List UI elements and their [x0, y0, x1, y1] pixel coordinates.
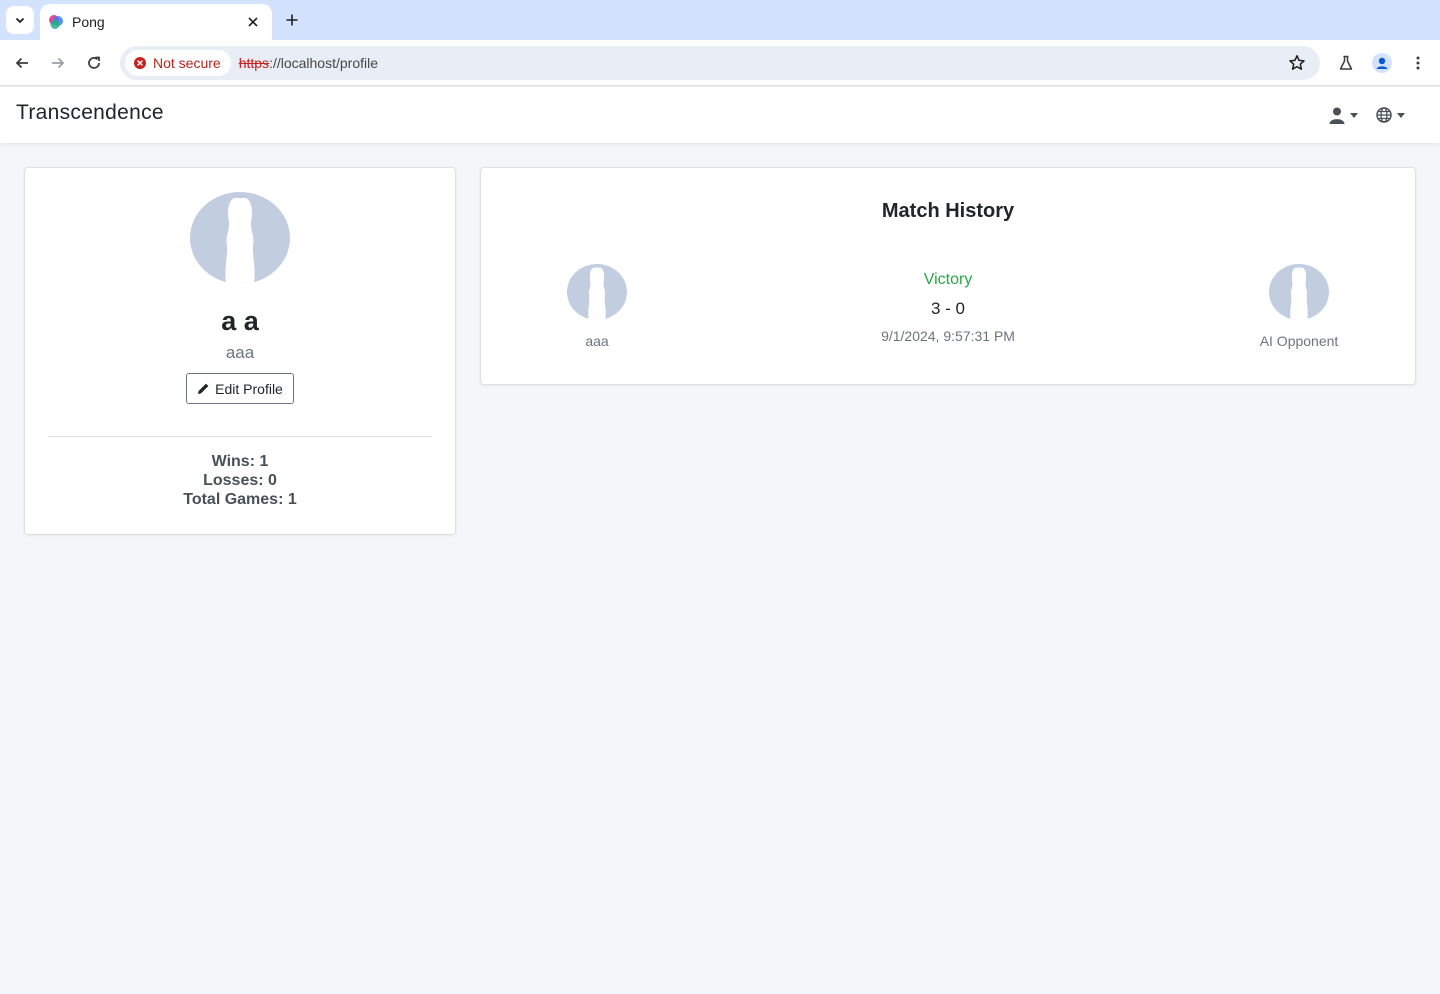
flask-icon: [1339, 55, 1353, 70]
opponent-name: AI Opponent: [1259, 333, 1339, 349]
default-avatar-silhouette-icon: [1290, 267, 1308, 320]
bookmark-star-icon[interactable]: [1288, 54, 1306, 72]
url-scheme: https: [238, 55, 270, 71]
opponent-avatar: [1269, 264, 1329, 320]
caret-down-icon: [1397, 112, 1405, 118]
tab-search-button[interactable]: [6, 6, 34, 34]
match-history-card: Match History aaa Victory 3 - 0 9/1/2024…: [480, 167, 1416, 385]
profile-avatar: [190, 192, 290, 284]
caret-down-icon: [1350, 112, 1358, 118]
profile-button[interactable]: [1369, 50, 1395, 76]
back-button[interactable]: [9, 50, 35, 76]
stat-total-games: Total Games: 1: [183, 491, 297, 508]
arrow-right-icon: [52, 57, 65, 69]
browser-tab[interactable]: Pong: [40, 4, 272, 40]
language-menu-dropdown[interactable]: [1376, 104, 1405, 126]
tab-title: Pong: [72, 14, 105, 30]
stat-wins: Wins: 1: [211, 453, 269, 470]
profile-full-name: a a: [221, 306, 259, 336]
globe-icon: [1376, 107, 1392, 123]
more-vert-icon: [1416, 56, 1420, 70]
pong-favicon-icon: [49, 15, 63, 29]
reload-button[interactable]: [81, 50, 107, 76]
default-avatar-silhouette-icon: [225, 198, 255, 284]
browser-toolbar: Not secure https://localhost/profile: [0, 40, 1440, 86]
arrow-left-icon: [15, 57, 28, 69]
labs-button[interactable]: [1333, 50, 1359, 76]
app-navbar: Transcendence: [0, 87, 1440, 143]
profile-username: aaa: [225, 343, 255, 362]
stat-losses: Losses: 0: [203, 472, 277, 489]
plus-icon: [286, 14, 298, 26]
url-path: ://localhost/profile: [269, 55, 379, 71]
warning-circle-icon: [134, 57, 146, 69]
profile-divider: [48, 436, 432, 437]
browser-menu-button[interactable]: [1405, 50, 1431, 76]
profile-card: a a aaa Edit Profile Wins: 1 Losses: 0 T…: [24, 167, 456, 535]
brand-title[interactable]: Transcendence: [16, 101, 164, 125]
edit-profile-button[interactable]: Edit Profile: [186, 373, 294, 404]
pencil-icon: [198, 383, 209, 394]
security-label: Not secure: [153, 55, 221, 71]
browser-tabstrip: Pong: [0, 0, 1440, 40]
reload-icon: [88, 56, 100, 69]
match-history-title: Match History: [881, 200, 1015, 222]
user-menu-dropdown[interactable]: [1329, 104, 1358, 126]
account-avatar-icon: [1372, 53, 1392, 73]
edit-profile-label: Edit Profile: [215, 380, 283, 397]
tab-close-icon[interactable]: [244, 13, 262, 31]
user-icon: [1329, 107, 1345, 124]
security-chip[interactable]: Not secure: [125, 50, 231, 76]
forward-button[interactable]: [45, 50, 71, 76]
chevron-down-icon: [15, 17, 25, 24]
address-bar[interactable]: Not secure https://localhost/profile: [120, 46, 1320, 80]
url-text: https://localhost/profile: [239, 55, 378, 71]
new-tab-button[interactable]: [280, 8, 304, 32]
